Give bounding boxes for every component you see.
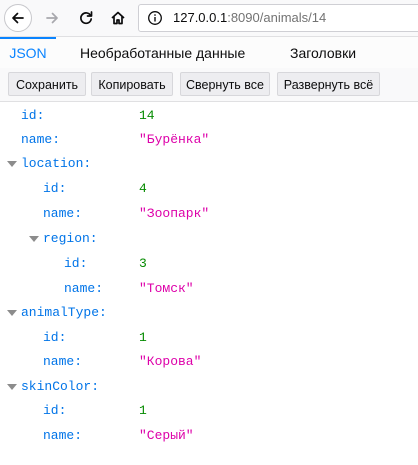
arrow-right-icon [46,12,58,24]
save-button[interactable]: Сохранить [8,72,86,96]
json-row-location-name[interactable]: name: "Зоопарк" [0,202,418,226]
json-key: id: [43,403,67,418]
json-key: location: [21,156,92,171]
json-key: region: [43,231,98,246]
json-key: id: [21,108,45,123]
expand-all-button[interactable]: Развернуть всё [277,72,380,96]
expand-toggle-icon[interactable] [7,161,17,167]
json-row-region-name[interactable]: name: "Томск" [0,277,418,301]
json-number-value: 4 [139,181,147,196]
json-key: name: [21,132,61,147]
json-row-skincolor[interactable]: skinColor: [0,375,418,399]
json-string-value: "Зоопарк" [139,206,210,221]
copy-button[interactable]: Копировать [91,72,173,96]
json-row-skincolor-name[interactable]: name: "Серый" [0,424,418,448]
json-row-id[interactable]: id: 14 [0,104,418,128]
json-row-location[interactable]: location: [0,152,418,176]
viewer-tabs: JSON Необработанные данные Заголовки [0,37,418,69]
json-string-value: "Корова" [139,354,202,369]
reload-button[interactable] [72,4,100,32]
expand-toggle-icon[interactable] [29,236,39,242]
json-key: id: [64,256,88,271]
json-key: animalType: [21,305,107,320]
json-string-value: "Серый" [139,428,194,443]
json-key: skinColor: [21,379,100,394]
tab-raw-data[interactable]: Необработанные данные [80,37,245,68]
back-button[interactable] [4,4,32,32]
json-number-value: 1 [139,403,147,418]
expand-toggle-icon[interactable] [7,384,17,390]
url-bar[interactable]: 127.0.0.1:8090/animals/14 [138,4,418,32]
reload-icon [80,11,93,25]
json-row-animaltype-id[interactable]: id: 1 [0,326,418,350]
home-button[interactable] [104,4,132,32]
json-key: id: [43,181,67,196]
url-text: 127.0.0.1:8090/animals/14 [173,10,326,25]
json-key: id: [43,330,67,345]
expand-toggle-icon[interactable] [7,310,17,316]
json-row-region-id[interactable]: id: 3 [0,252,418,276]
json-row-animaltype-name[interactable]: name: "Корова" [0,350,418,374]
json-actions-bar: Сохранить Копировать Свернуть все Развер… [0,68,418,102]
json-string-value: "Бурёнка" [139,132,210,147]
url-host: 127.0.0.1 [173,10,228,25]
json-key: name: [43,428,83,443]
url-path: :8090/animals/14 [227,10,327,25]
json-row-region[interactable]: region: [0,227,418,251]
tab-headers[interactable]: Заголовки [290,37,356,68]
json-key: name: [43,206,83,221]
tab-json-label: JSON [9,45,47,61]
forward-button[interactable] [38,4,66,32]
json-row-animaltype[interactable]: animalType: [0,301,418,325]
arrow-left-icon [12,12,24,24]
json-key: name: [43,354,83,369]
home-icon [111,11,125,25]
json-row-name[interactable]: name: "Бурёнка" [0,128,418,152]
info-icon[interactable] [147,10,163,26]
json-number-value: 3 [139,256,147,271]
json-number-value: 14 [139,108,155,123]
json-string-value: "Томск" [139,281,194,296]
active-tab-indicator [0,37,56,39]
collapse-all-button[interactable]: Свернуть все [180,72,270,96]
browser-toolbar: 127.0.0.1:8090/animals/14 [0,0,418,37]
json-number-value: 1 [139,330,147,345]
json-key: name: [64,281,104,296]
tab-json[interactable]: JSON [0,37,56,68]
json-row-location-id[interactable]: id: 4 [0,177,418,201]
json-row-skincolor-id[interactable]: id: 1 [0,399,418,423]
